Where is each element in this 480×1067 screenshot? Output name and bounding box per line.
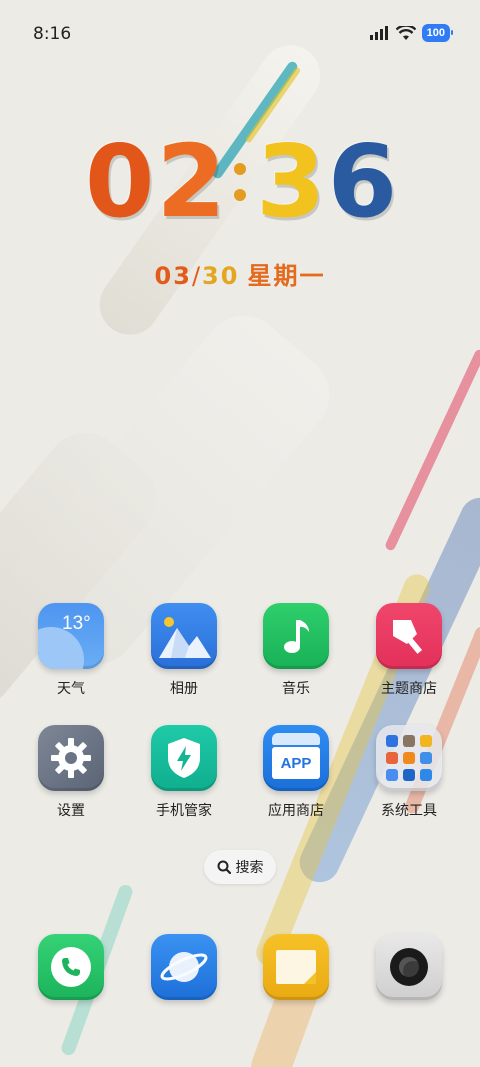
battery-indicator: 100 <box>421 24 454 42</box>
app-music[interactable]: 音乐 <box>246 603 346 698</box>
gallery-mountain-icon <box>159 617 211 658</box>
gear-glyph <box>51 738 91 778</box>
app-label-gallery: 相册 <box>170 681 198 697</box>
search-button[interactable]: 搜索 <box>204 850 276 884</box>
app-app-store[interactable]: APP 应用商店 <box>246 725 346 820</box>
weather-temp: 13° <box>62 613 91 634</box>
signal-icon <box>369 26 388 40</box>
app-label-system-tools: 系统工具 <box>381 803 437 819</box>
date-day: 30 <box>202 262 240 290</box>
shield-glyph <box>168 738 200 778</box>
search-label: 搜索 <box>235 860 264 876</box>
app-label-weather: 天气 <box>57 681 85 697</box>
date-month: 03 <box>154 262 192 290</box>
dock-notes[interactable] <box>246 934 346 1000</box>
date-weekday: 星期一 <box>247 262 326 290</box>
gear-icon <box>38 725 104 791</box>
dock-phone[interactable] <box>21 934 121 1000</box>
app-label-music: 音乐 <box>282 681 310 697</box>
app-weather[interactable]: 13° 天气 <box>21 603 121 698</box>
status-time: 8:16 <box>33 24 72 44</box>
clock-widget[interactable]: 0 2 3 6 <box>0 132 480 232</box>
camera-icon <box>376 934 442 1000</box>
paintbrush-icon <box>376 603 442 669</box>
search-icon <box>217 860 231 874</box>
phone-handset-glyph <box>62 958 80 976</box>
weather-icon: 13° <box>38 603 104 669</box>
folder-icon <box>376 725 442 791</box>
app-phone-manager[interactable]: 手机管家 <box>134 725 234 820</box>
date-display: 03/30 星期一 <box>0 256 480 291</box>
app-label-settings: 设置 <box>57 803 85 819</box>
app-label-phone-manager: 手机管家 <box>156 803 212 819</box>
shield-bolt-icon <box>151 725 217 791</box>
app-gallery[interactable]: 相册 <box>134 603 234 698</box>
status-bar: 8:16 100 <box>0 0 480 68</box>
wifi-icon <box>395 25 416 40</box>
clock-hour-digit-1: 0 <box>84 123 155 240</box>
dock-camera[interactable] <box>359 934 459 1000</box>
clock-hour-digit-2: 2 <box>156 123 226 240</box>
phone-icon <box>38 934 104 1000</box>
app-store-icon: APP <box>263 725 329 791</box>
app-store-badge-text: APP <box>280 754 312 772</box>
clock-minute-digit-1: 3 <box>256 123 326 240</box>
app-folder-system-tools[interactable]: 系统工具 <box>359 725 459 820</box>
clock-colon <box>234 163 246 201</box>
clock-minute-digit-2: 6 <box>327 123 398 240</box>
browser-planet-icon <box>151 934 217 1000</box>
paintbrush-glyph <box>393 620 423 654</box>
app-label-theme-store: 主题商店 <box>381 681 437 697</box>
planet-glyph <box>160 952 208 982</box>
app-theme-store[interactable]: 主题商店 <box>359 603 459 698</box>
music-note-glyph <box>284 620 309 653</box>
app-label-app-store: 应用商店 <box>268 803 324 819</box>
status-icons: 100 <box>369 24 454 42</box>
dock-browser[interactable] <box>134 934 234 1000</box>
gallery-icon <box>151 603 217 669</box>
music-note-icon <box>263 603 329 669</box>
app-settings[interactable]: 设置 <box>21 725 121 820</box>
date-separator: / <box>191 262 203 290</box>
notes-icon <box>263 934 329 1000</box>
